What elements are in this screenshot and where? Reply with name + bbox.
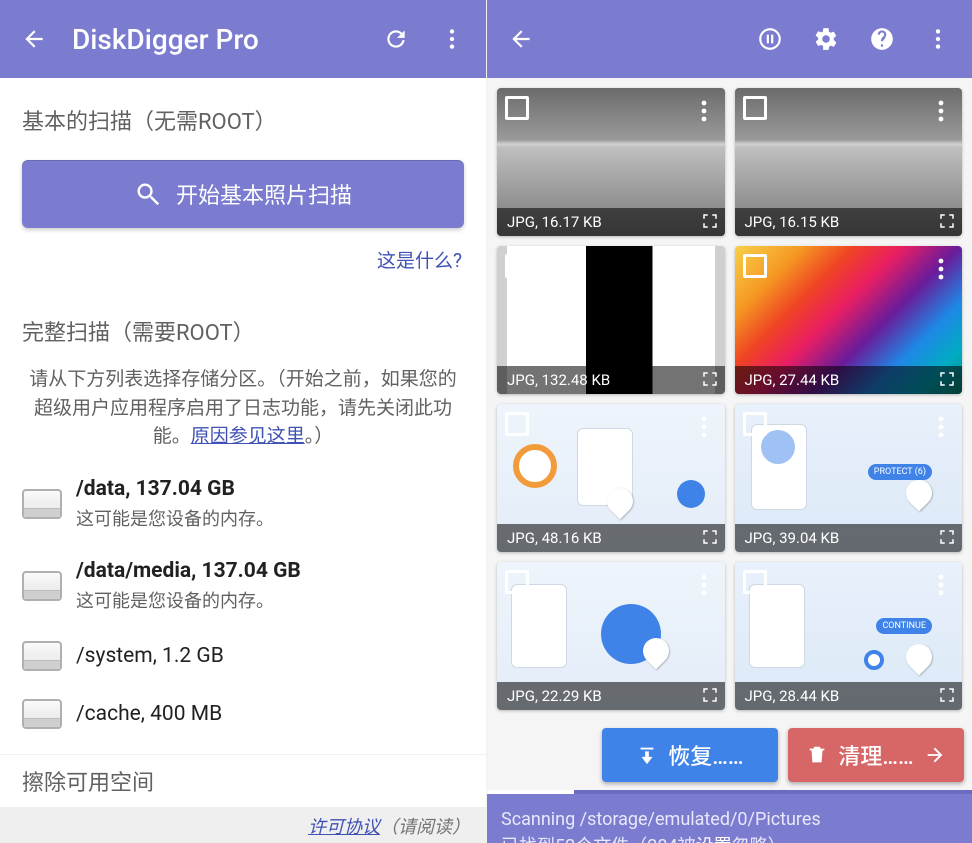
fullscreen-icon[interactable]: [938, 528, 956, 546]
reason-link[interactable]: 原因参见这里: [191, 424, 305, 447]
clean-button[interactable]: 清理……: [788, 728, 964, 782]
thumbnail-card[interactable]: JPG, 22.29 KB: [497, 562, 725, 710]
thumb-label: JPG, 48.16 KB: [507, 529, 602, 547]
more-icon[interactable]: [428, 15, 476, 63]
download-icon: [636, 744, 658, 766]
license-row: 许可协议（请阅读）: [0, 807, 486, 843]
drive-path: /data/media, 137.04 GB: [76, 559, 301, 583]
drive-icon: [22, 641, 62, 671]
what-is-this-link[interactable]: 这是什么?: [0, 234, 486, 281]
back-icon[interactable]: [10, 15, 58, 63]
drive-icon: [22, 699, 62, 729]
thumb-label: JPG, 27.44 KB: [745, 371, 840, 389]
full-scan-title: 完整扫描（需要ROOT）: [0, 281, 486, 357]
thumb-label: JPG, 16.15 KB: [745, 213, 840, 231]
thumb-more-icon[interactable]: [930, 416, 952, 438]
thumbnail-card[interactable]: JPG, 132.48 KB: [497, 246, 725, 394]
right-body: JPG, 16.17 KB JPG, 16.15 KB JPG, 132.48 …: [487, 78, 972, 843]
right-pane: JPG, 16.17 KB JPG, 16.15 KB JPG, 132.48 …: [486, 0, 972, 843]
fullscreen-icon[interactable]: [701, 370, 719, 388]
drive-item[interactable]: /system, 1.2 GB: [10, 627, 476, 685]
select-checkbox[interactable]: [743, 412, 767, 436]
fullscreen-icon[interactable]: [938, 212, 956, 230]
thumb-more-icon[interactable]: [693, 100, 715, 122]
restore-button[interactable]: 恢复……: [602, 728, 778, 782]
thumbnail-card[interactable]: JPG, 16.17 KB: [497, 88, 725, 236]
thumbnail-grid[interactable]: JPG, 16.17 KB JPG, 16.15 KB JPG, 132.48 …: [487, 78, 972, 720]
drive-icon: [22, 489, 62, 519]
thumb-more-icon[interactable]: [693, 416, 715, 438]
license-link[interactable]: 许可协议: [308, 817, 380, 838]
thumb-more-icon[interactable]: [930, 100, 952, 122]
thumbnail-card[interactable]: JPG, 16.15 KB: [735, 88, 963, 236]
thumb-label: JPG, 16.17 KB: [507, 213, 602, 231]
status-line-1: Scanning /storage/emulated/0/Pictures: [501, 806, 958, 833]
thumbnail-card[interactable]: PROTECT (6) JPG, 39.04 KB: [735, 404, 963, 552]
select-checkbox[interactable]: [743, 254, 767, 278]
drive-desc: 这可能是您设备的内存。: [76, 505, 274, 531]
pause-icon[interactable]: [746, 15, 794, 63]
drive-item[interactable]: /cache, 400 MB: [10, 685, 476, 743]
select-checkbox[interactable]: [505, 254, 529, 278]
progress-bar: [487, 790, 972, 794]
thumbnail-card[interactable]: JPG, 48.16 KB: [497, 404, 725, 552]
thumb-more-icon[interactable]: [693, 258, 715, 280]
start-basic-scan-button[interactable]: 开始基本照片扫描: [22, 160, 464, 228]
full-scan-hint: 请从下方列表选择存储分区。（开始之前，如果您的超级用户应用程序启用了日志功能，请…: [0, 357, 486, 457]
drive-list: /data, 137.04 GB 这可能是您设备的内存。 /data/media…: [0, 457, 486, 743]
thumb-label: JPG, 132.48 KB: [507, 371, 610, 389]
fullscreen-icon[interactable]: [938, 686, 956, 704]
left-body: 基本的扫描（无需ROOT） 开始基本照片扫描 这是什么? 完整扫描（需要ROOT…: [0, 78, 486, 843]
select-checkbox[interactable]: [505, 412, 529, 436]
drive-icon: [22, 571, 62, 601]
wipe-space-title: 擦除可用空间: [22, 765, 486, 797]
thumb-more-icon[interactable]: [930, 258, 952, 280]
thumb-more-icon[interactable]: [930, 574, 952, 596]
fullscreen-icon[interactable]: [938, 370, 956, 388]
drive-item[interactable]: /data, 137.04 GB 这可能是您设备的内存。: [10, 463, 476, 545]
select-checkbox[interactable]: [505, 96, 529, 120]
thumb-label: JPG, 28.44 KB: [745, 687, 840, 705]
more-icon[interactable]: [914, 15, 962, 63]
drive-path: /system, 1.2 GB: [76, 644, 224, 668]
select-checkbox[interactable]: [505, 570, 529, 594]
left-toolbar: DiskDigger Pro: [0, 0, 486, 78]
thumb-label: JPG, 22.29 KB: [507, 687, 602, 705]
thumb-label: JPG, 39.04 KB: [745, 529, 840, 547]
back-icon[interactable]: [497, 15, 545, 63]
status-line-2: 已找到52个文件（284被设置忽略）: [501, 833, 958, 843]
fullscreen-icon[interactable]: [701, 686, 719, 704]
drive-desc: 这可能是您设备的内存。: [76, 587, 301, 613]
left-pane: DiskDigger Pro 基本的扫描（无需ROOT） 开始基本照片扫描 这是…: [0, 0, 486, 843]
thumbnail-card[interactable]: CONTINUE JPG, 28.44 KB: [735, 562, 963, 710]
arrow-right-icon: [924, 744, 946, 766]
help-icon[interactable]: [858, 15, 906, 63]
refresh-icon[interactable]: [372, 15, 420, 63]
status-bar: Scanning /storage/emulated/0/Pictures 已找…: [487, 794, 972, 843]
drive-item[interactable]: /data/media, 137.04 GB 这可能是您设备的内存。: [10, 545, 476, 627]
fullscreen-icon[interactable]: [701, 212, 719, 230]
drive-path: /data, 137.04 GB: [76, 477, 274, 501]
right-toolbar: [487, 0, 972, 78]
thumb-more-icon[interactable]: [693, 574, 715, 596]
gear-icon[interactable]: [802, 15, 850, 63]
drive-path: /cache, 400 MB: [76, 702, 222, 726]
action-bar: 恢复…… 清理……: [487, 720, 972, 790]
app-title: DiskDigger Pro: [72, 23, 364, 56]
fullscreen-icon[interactable]: [701, 528, 719, 546]
trash-icon: [806, 744, 828, 766]
select-checkbox[interactable]: [743, 570, 767, 594]
start-basic-scan-label: 开始基本照片扫描: [176, 178, 352, 210]
status-settings-link[interactable]: 设置: [696, 836, 732, 843]
thumbnail-card[interactable]: JPG, 27.44 KB: [735, 246, 963, 394]
search-icon: [134, 180, 162, 208]
basic-scan-title: 基本的扫描（无需ROOT）: [0, 78, 486, 146]
select-checkbox[interactable]: [743, 96, 767, 120]
